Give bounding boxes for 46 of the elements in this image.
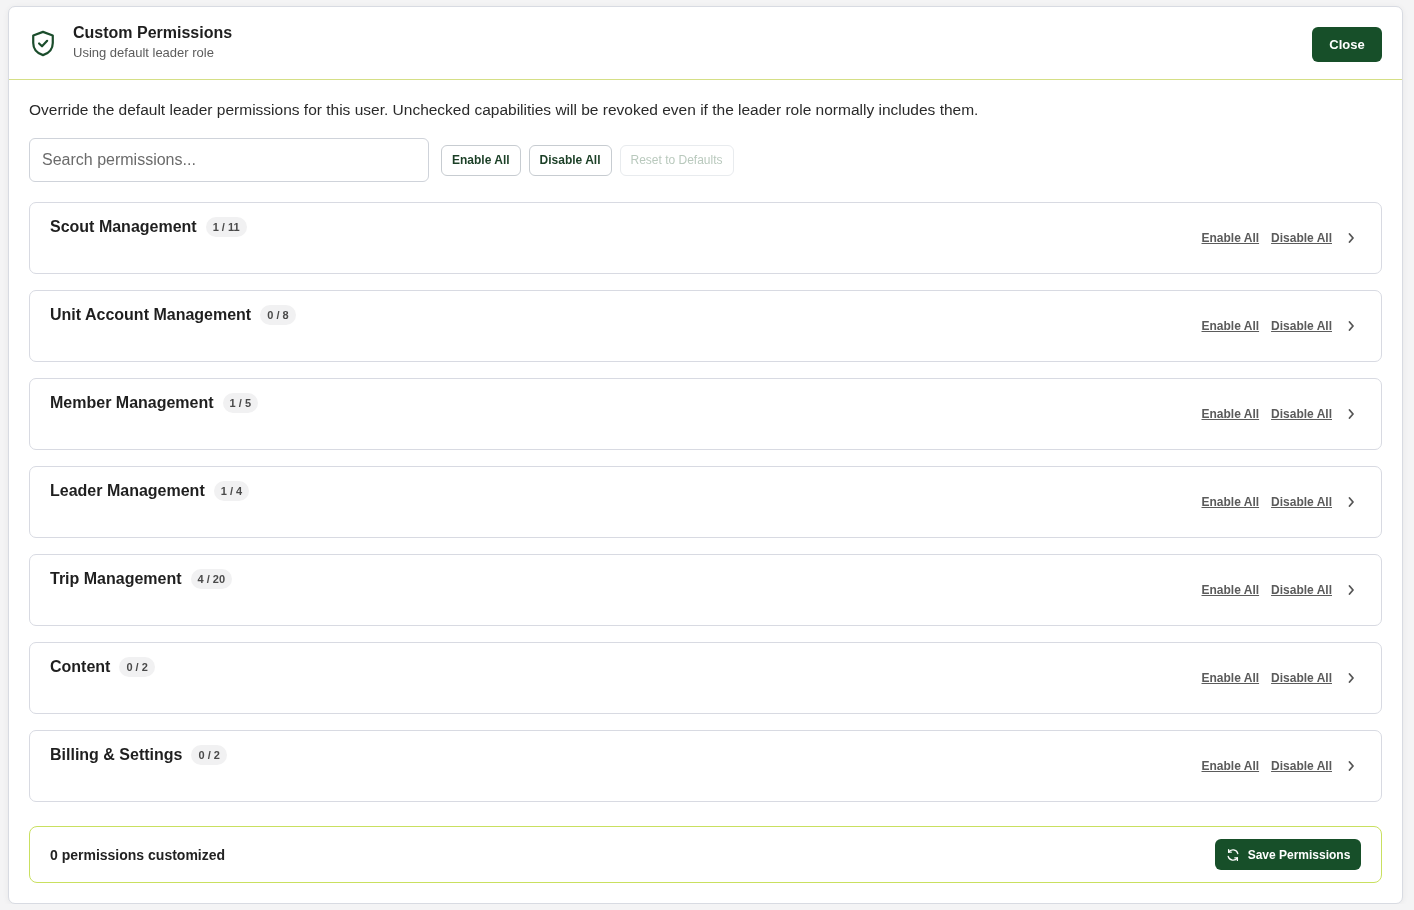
chevron-right-icon[interactable] — [1347, 232, 1355, 244]
disable-all-link[interactable]: Disable All — [1271, 319, 1332, 333]
shield-check-icon — [32, 29, 54, 57]
dialog-title: Custom Permissions — [73, 24, 234, 42]
group-title: Member Management — [50, 394, 214, 412]
enable-all-link[interactable]: Enable All — [1201, 583, 1260, 597]
enable-all-link[interactable]: Enable All — [1201, 231, 1260, 245]
count-badge: 0 / 8 — [260, 305, 296, 325]
refresh-icon — [1225, 847, 1240, 862]
group-title: Content — [50, 658, 111, 676]
chevron-right-icon[interactable] — [1347, 408, 1355, 420]
group-title: Scout Management — [50, 218, 197, 236]
chevron-right-icon[interactable] — [1347, 760, 1355, 772]
enable-all-link[interactable]: Enable All — [1201, 407, 1260, 421]
chevron-right-icon[interactable] — [1347, 584, 1355, 596]
chevron-right-icon[interactable] — [1347, 672, 1355, 684]
count-badge: 1 / 11 — [205, 217, 247, 237]
count-badge: 0 / 2 — [119, 657, 155, 677]
chevron-right-icon[interactable] — [1347, 320, 1355, 332]
group-title: Billing & Settings — [50, 746, 183, 764]
enable-all-link[interactable]: Enable All — [1201, 319, 1260, 333]
disable-all-link[interactable]: Disable All — [1271, 407, 1332, 421]
disable-all-link[interactable]: Disable All — [1271, 231, 1332, 245]
chevron-right-icon[interactable] — [1347, 496, 1355, 508]
disable-all-link[interactable]: Disable All — [1271, 759, 1332, 773]
enable-all-link[interactable]: Enable All — [1201, 759, 1260, 773]
group-title: Trip Management — [50, 570, 182, 588]
toolbar-button[interactable]: Disable All — [528, 144, 612, 176]
count-badge: 4 / 20 — [190, 569, 233, 589]
disable-all-link[interactable]: Disable All — [1271, 495, 1332, 509]
description-text: Override the default leader permissions for this user. Unchecked capabilities will be revoked even if the leader role normally includes them. — [29, 100, 980, 120]
close-button[interactable]: Close — [1312, 26, 1382, 62]
search-field[interactable]: Search permissions... — [29, 138, 429, 182]
dialog-subtitle: Using default leader role — [73, 45, 215, 60]
group-title: Unit Account Management — [50, 306, 252, 324]
count-badge: 1 / 4 — [213, 481, 250, 501]
group-title: Leader Management — [50, 482, 205, 500]
disable-all-link[interactable]: Disable All — [1271, 671, 1332, 685]
disable-all-link[interactable]: Disable All — [1271, 583, 1332, 597]
count-badge: 0 / 2 — [191, 745, 227, 765]
toolbar-button[interactable]: Enable All — [441, 144, 521, 176]
enable-all-link[interactable]: Enable All — [1201, 671, 1260, 685]
save-button[interactable]: Save Permissions — [1215, 839, 1361, 870]
count-badge: 1 / 5 — [222, 393, 258, 413]
enable-all-link[interactable]: Enable All — [1201, 495, 1260, 509]
status-text: 0 permissions customized — [50, 846, 226, 863]
